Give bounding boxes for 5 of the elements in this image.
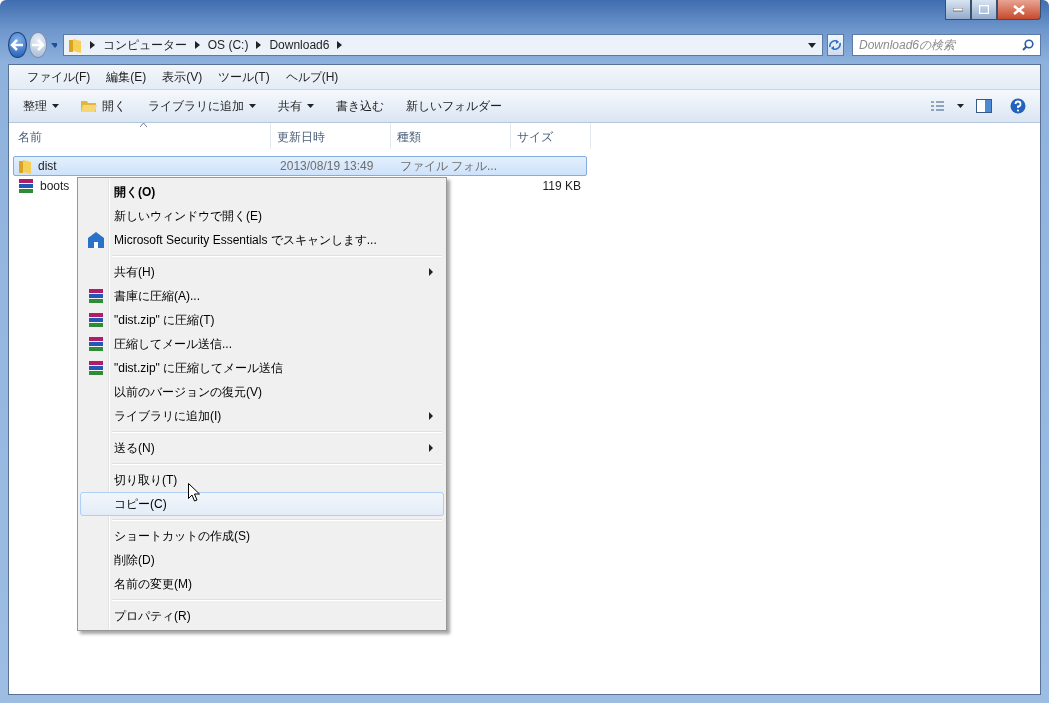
file-size: 119 KB: [542, 179, 581, 193]
file-name: dist: [38, 159, 57, 173]
file-name: boots: [40, 179, 70, 193]
file-date: 2013/08/19 13:49: [280, 159, 374, 173]
file-type: ファイル フォル...: [399, 157, 497, 175]
